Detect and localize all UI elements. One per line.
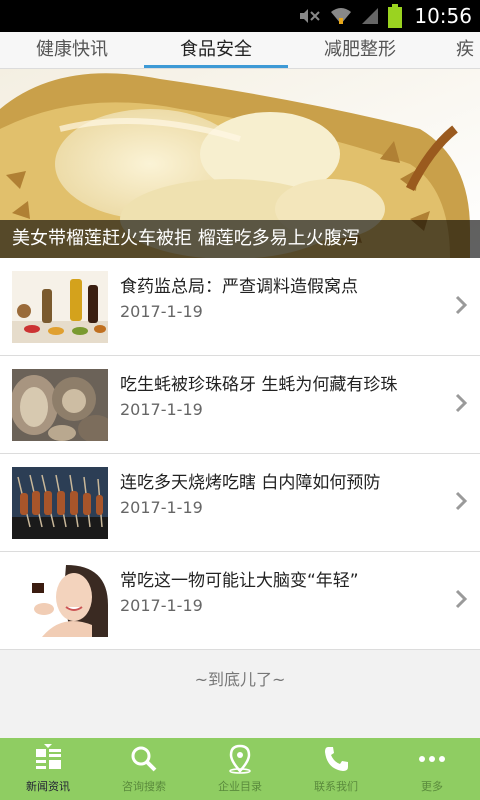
article-date: 2017-1-19 bbox=[120, 596, 203, 615]
mute-icon bbox=[300, 9, 321, 23]
article-date: 2017-1-19 bbox=[120, 302, 203, 321]
article-thumbnail bbox=[12, 565, 108, 637]
nav-news[interactable]: 新闻资讯 bbox=[0, 738, 96, 800]
barbecue-image bbox=[12, 467, 108, 539]
category-tabs: 健康快讯 食品安全 减肥整形 疾 bbox=[0, 32, 480, 69]
tab-weight-loss[interactable]: 减肥整形 bbox=[288, 32, 432, 68]
nav-more[interactable]: 更多 bbox=[384, 738, 480, 800]
chevron-right-icon bbox=[455, 589, 468, 609]
article-title: 常吃这一物可能让大脑变“年轻” bbox=[120, 571, 359, 591]
phone-icon bbox=[325, 747, 348, 771]
tab-partial[interactable]: 疾 bbox=[456, 32, 480, 68]
status-bar: 10:56 bbox=[0, 0, 480, 32]
hero-banner[interactable]: 美女带榴莲赶火车被拒 榴莲吃多易上火腹泻 bbox=[0, 69, 480, 258]
more-dots-icon bbox=[419, 756, 445, 762]
article-title: 连吃多天烧烤吃瞎 白内障如何预防 bbox=[120, 473, 381, 493]
nav-directory[interactable]: 企业目录 bbox=[192, 738, 288, 800]
nav-label: 新闻资讯 bbox=[26, 780, 70, 793]
nav-label: 联系我们 bbox=[314, 780, 358, 793]
nav-label: 企业目录 bbox=[218, 780, 262, 793]
list-item[interactable]: 常吃这一物可能让大脑变“年轻” 2017-1-19 bbox=[0, 552, 480, 650]
end-of-list-note: ~到底儿了~ bbox=[194, 670, 286, 689]
woman-chocolate-image bbox=[12, 565, 108, 637]
article-thumbnail bbox=[12, 467, 108, 539]
oysters-image bbox=[12, 369, 108, 441]
article-date: 2017-1-19 bbox=[120, 400, 203, 419]
list-item[interactable]: 食药监总局：严查调料造假窝点 2017-1-19 bbox=[0, 258, 480, 356]
hero-caption: 美女带榴莲赶火车被拒 榴莲吃多易上火腹泻 bbox=[12, 228, 360, 249]
status-icons: 10:56 bbox=[298, 0, 472, 32]
chevron-right-icon bbox=[455, 295, 468, 315]
article-date: 2017-1-19 bbox=[120, 498, 203, 517]
chevron-right-icon bbox=[455, 491, 468, 511]
battery-icon bbox=[388, 4, 403, 28]
article-title: 吃生蚝被珍珠硌牙 生蚝为何藏有珍珠 bbox=[120, 375, 398, 395]
search-icon bbox=[131, 746, 157, 772]
article-list: 食药监总局：严查调料造假窝点 2017-1-19 吃生蚝被珍珠硌牙 生蚝为何藏有… bbox=[0, 258, 480, 650]
article-thumbnail bbox=[12, 271, 108, 343]
tab-health-news[interactable]: 健康快讯 bbox=[0, 32, 144, 68]
active-tab-indicator bbox=[144, 65, 288, 68]
article-title: 食药监总局：严查调料造假窝点 bbox=[120, 277, 358, 297]
nav-label: 更多 bbox=[421, 780, 443, 793]
chevron-right-icon bbox=[455, 393, 468, 413]
article-thumbnail bbox=[12, 369, 108, 441]
list-item[interactable]: 连吃多天烧烤吃瞎 白内障如何预防 2017-1-19 bbox=[0, 454, 480, 552]
tab-food-safety[interactable]: 食品安全 bbox=[144, 32, 288, 68]
location-pin-icon bbox=[229, 744, 251, 774]
news-grid-icon bbox=[36, 744, 61, 769]
bottom-nav: 新闻资讯 咨询搜索 企业目录 联系我们 更多 bbox=[0, 738, 480, 800]
clock: 10:56 bbox=[414, 4, 472, 28]
list-item[interactable]: 吃生蚝被珍珠硌牙 生蚝为何藏有珍珠 2017-1-19 bbox=[0, 356, 480, 454]
signal-icon bbox=[362, 8, 379, 24]
condiments-image bbox=[12, 271, 108, 343]
wifi-icon bbox=[331, 8, 352, 24]
nav-label: 咨询搜索 bbox=[122, 780, 166, 793]
nav-contact[interactable]: 联系我们 bbox=[288, 738, 384, 800]
nav-search[interactable]: 咨询搜索 bbox=[96, 738, 192, 800]
